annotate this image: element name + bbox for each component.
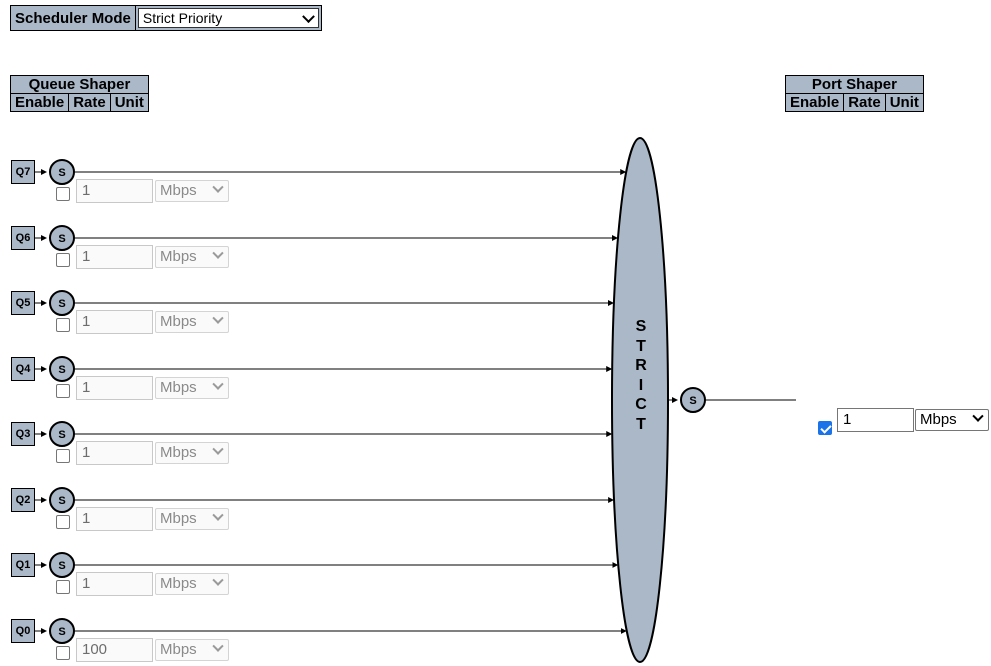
queue-shaper-enable-checkbox[interactable] <box>56 515 70 529</box>
queue-shaper-symbol: S <box>58 298 65 310</box>
queue-shaper-symbol: S <box>58 364 65 376</box>
queue-shaper-rate-value: 1 <box>82 182 91 199</box>
port-shaper-unit-select[interactable]: Mbps <box>915 409 989 431</box>
queue-shaper-unit-select[interactable]: Mbps <box>155 573 229 595</box>
queue-shaper-unit-select[interactable]: Mbps <box>155 180 229 202</box>
queue-shaper-unit-select[interactable]: Mbps <box>155 508 229 530</box>
queue-shaper-rate-input[interactable]: 1 <box>76 179 153 203</box>
queue-shaper-unit-value: Mbps <box>160 182 197 199</box>
queue-shaper-unit-value: Mbps <box>160 248 197 265</box>
chevron-down-icon <box>212 640 224 652</box>
queue-shaper-symbol: S <box>58 429 65 441</box>
queue-shaper-enable-checkbox[interactable] <box>56 449 70 463</box>
queue-label: Q0 <box>11 619 35 643</box>
queue-shaper-unit-select[interactable]: Mbps <box>155 377 229 399</box>
queue-shaper-rate-input[interactable]: 1 <box>76 376 153 400</box>
queue-shaper-rate-input[interactable]: 1 <box>76 507 153 531</box>
queue-shaper-symbol: S <box>58 560 65 572</box>
queue-shaper-enable-checkbox[interactable] <box>56 187 70 201</box>
queue-label: Q5 <box>11 291 35 315</box>
queue-shaper-unit-value: Mbps <box>160 510 197 527</box>
queue-shaper-enable-checkbox[interactable] <box>56 253 70 267</box>
chevron-down-icon <box>212 312 224 324</box>
chevron-down-icon <box>212 181 224 193</box>
queue-label: Q7 <box>11 160 35 184</box>
chevron-down-icon <box>212 509 224 521</box>
queue-shaper-unit-select[interactable]: Mbps <box>155 639 229 661</box>
strict-letter: S <box>635 318 647 335</box>
queue-shaper-symbol: S <box>58 233 65 245</box>
strict-letter: T <box>636 415 646 433</box>
queue-shaper-rate-value: 100 <box>82 641 108 658</box>
queue-shaper-rate-input[interactable]: 1 <box>76 572 153 596</box>
queue-shaper-rate-value: 1 <box>82 248 91 265</box>
queue-label: Q1 <box>11 553 35 577</box>
queue-shaper-unit-value: Mbps <box>160 575 197 592</box>
queue-shaper-rate-value: 1 <box>82 444 91 461</box>
queue-shaper-rate-input[interactable]: 1 <box>76 441 153 465</box>
port-shaper-rate-input[interactable]: 1 <box>837 408 914 432</box>
queue-shaper-unit-value: Mbps <box>160 313 197 330</box>
strict-letter: T <box>636 337 646 355</box>
queue-label: Q3 <box>11 422 35 446</box>
queue-shaper-unit-value: Mbps <box>160 641 197 658</box>
queue-shaper-enable-checkbox[interactable] <box>56 646 70 660</box>
chevron-down-icon <box>212 247 224 259</box>
queue-shaper-rate-value: 1 <box>82 379 91 396</box>
queue-shaper-rate-value: 1 <box>82 313 91 330</box>
queue-shaper-unit-select[interactable]: Mbps <box>155 442 229 464</box>
queue-shaper-enable-checkbox[interactable] <box>56 318 70 332</box>
queue-shaper-symbol: S <box>58 495 65 507</box>
port-shaper-enable-checkbox[interactable] <box>818 421 832 435</box>
chevron-down-icon <box>972 410 984 422</box>
queue-shaper-rate-value: 1 <box>82 575 91 592</box>
queue-shaper-unit-select[interactable]: Mbps <box>155 311 229 333</box>
queue-shaper-unit-value: Mbps <box>160 379 197 396</box>
strict-letter: C <box>635 396 647 413</box>
queue-shaper-rate-input[interactable]: 1 <box>76 245 153 269</box>
chevron-down-icon <box>212 443 224 455</box>
queue-shaper-unit-value: Mbps <box>160 444 197 461</box>
port-shaper-rate-value: 1 <box>843 411 852 428</box>
queue-shaper-symbol: S <box>58 167 65 179</box>
strict-letter: I <box>638 376 644 394</box>
port-shaper-unit-value: Mbps <box>920 411 957 428</box>
queue-label: Q6 <box>11 226 35 250</box>
queue-label: Q2 <box>11 488 35 512</box>
queue-shaper-rate-input[interactable]: 100 <box>76 638 153 662</box>
queue-shaper-symbol: S <box>58 626 65 638</box>
chevron-down-icon <box>212 574 224 586</box>
queue-label: Q4 <box>11 357 35 381</box>
port-shaper-symbol: S <box>689 395 696 407</box>
queue-shaper-rate-value: 1 <box>82 510 91 527</box>
queue-shaper-enable-checkbox[interactable] <box>56 580 70 594</box>
strict-letter: R <box>635 357 647 374</box>
queue-shaper-unit-select[interactable]: Mbps <box>155 246 229 268</box>
chevron-down-icon <box>212 378 224 390</box>
queue-shaper-rate-input[interactable]: 1 <box>76 310 153 334</box>
queue-shaper-enable-checkbox[interactable] <box>56 384 70 398</box>
